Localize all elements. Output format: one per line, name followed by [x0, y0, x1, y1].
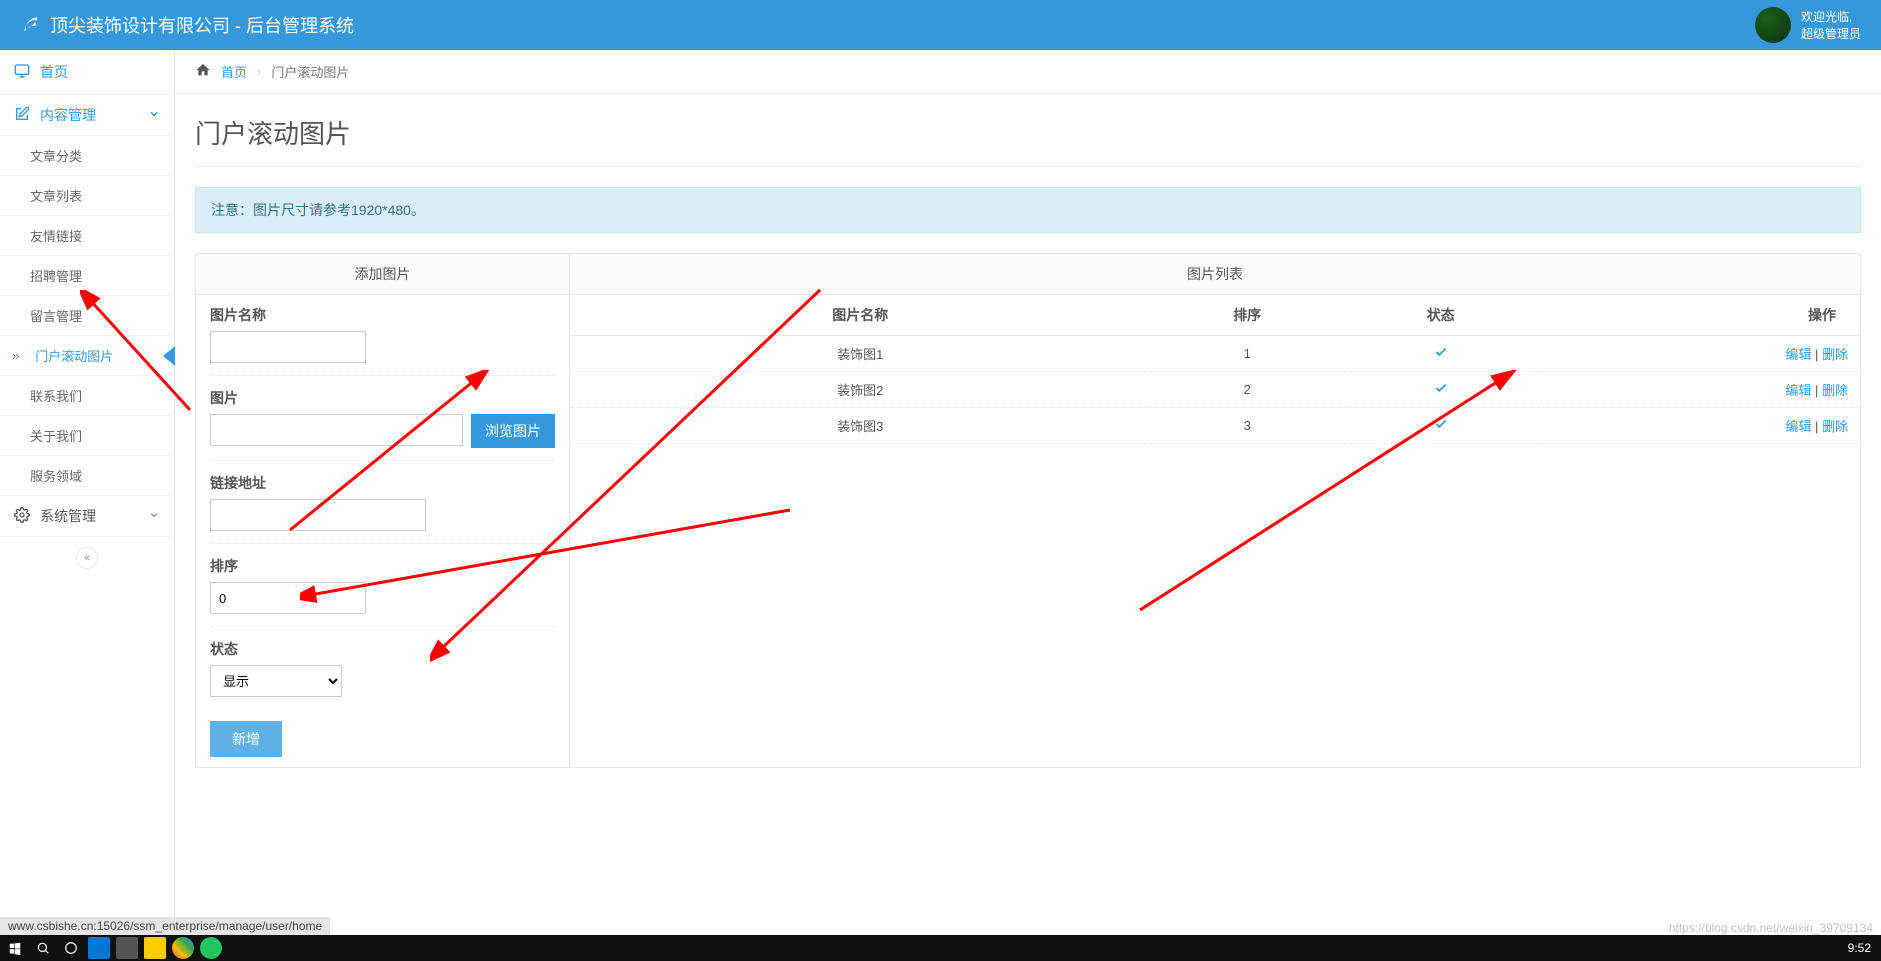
taskbar-app-3[interactable]	[144, 937, 166, 959]
sidebar-sub-item[interactable]: » 门户滚动图片	[0, 336, 174, 376]
image-list-header: 图片列表	[570, 254, 1860, 295]
header-user[interactable]: 欢迎光临, 超级管理员	[1755, 7, 1861, 43]
status-label: 状态	[210, 639, 555, 659]
watermark: https://blog.csdn.net/weixin_39709134	[1669, 921, 1873, 935]
edit-link[interactable]: 编辑	[1785, 383, 1811, 398]
chevron-down-icon	[148, 508, 160, 524]
breadcrumb-current: 门户滚动图片	[271, 62, 349, 81]
table-row: 装饰图33编辑 | 删除	[570, 408, 1860, 444]
taskbar-app-2[interactable]	[116, 937, 138, 959]
app-header: 顶尖装饰设计有限公司 - 后台管理系统 欢迎光临, 超级管理员	[0, 0, 1881, 50]
page-title: 门户滚动图片	[175, 94, 1881, 166]
sidebar-item-label: 关于我们	[30, 426, 82, 445]
delete-link[interactable]: 删除	[1822, 347, 1848, 362]
col-action: 操作	[1538, 295, 1860, 336]
sidebar-sub-item[interactable]: 招聘管理	[0, 256, 174, 296]
image-table: 图片名称 排序 状态 操作 装饰图11编辑 | 删除装饰图22编辑 | 删除装饰…	[570, 295, 1860, 444]
windows-start-icon[interactable]	[4, 937, 26, 959]
taskbar: 9:52	[0, 935, 1881, 961]
avatar	[1755, 7, 1791, 43]
image-path-input[interactable]	[210, 414, 463, 446]
sidebar-sub-item[interactable]: 文章分类	[0, 136, 174, 176]
cortana-icon[interactable]	[60, 937, 82, 959]
table-row: 装饰图11编辑 | 删除	[570, 336, 1860, 372]
add-image-header: 添加图片	[196, 254, 569, 295]
cell-name: 装饰图1	[570, 336, 1151, 372]
link-label: 链接地址	[210, 473, 555, 493]
sidebar-item-label: 文章列表	[30, 186, 82, 205]
gear-icon	[14, 507, 30, 526]
monitor-icon	[14, 63, 30, 82]
content-area: 首页 › 门户滚动图片 门户滚动图片 注意：图片尺寸请参考1920*480。 添…	[175, 50, 1881, 961]
cell-name: 装饰图3	[570, 408, 1151, 444]
chevron-right-icon: »	[12, 348, 19, 363]
sidebar-sub-item[interactable]: 友情链接	[0, 216, 174, 256]
breadcrumb-sep: ›	[257, 64, 261, 79]
cell-status	[1344, 372, 1538, 408]
home-icon	[195, 62, 211, 81]
cell-sort: 1	[1151, 336, 1345, 372]
leaf-icon	[20, 12, 42, 39]
edit-icon	[14, 106, 30, 125]
cell-name: 装饰图2	[570, 372, 1151, 408]
sidebar-item-label: 联系我们	[30, 386, 82, 405]
sidebar-item-label: 服务领域	[30, 466, 82, 485]
sidebar-item-label: 文章分类	[30, 146, 82, 165]
name-input[interactable]	[210, 331, 366, 363]
delete-link[interactable]: 删除	[1822, 419, 1848, 434]
chevron-down-icon	[148, 107, 160, 123]
browse-button[interactable]: 浏览图片	[471, 414, 555, 448]
sidebar: 首页 内容管理 文章分类文章列表友情链接招聘管理留言管理 » 门户滚动图片联系我们…	[0, 50, 175, 961]
cell-sort: 3	[1151, 408, 1345, 444]
sidebar-item-label: 留言管理	[30, 306, 82, 325]
breadcrumb-home-link[interactable]: 首页	[221, 62, 247, 81]
user-text: 欢迎光临, 超级管理员	[1801, 8, 1861, 42]
name-label: 图片名称	[210, 305, 555, 325]
edit-link[interactable]: 编辑	[1785, 419, 1811, 434]
delete-link[interactable]: 删除	[1822, 383, 1848, 398]
divider	[195, 166, 1861, 167]
image-label: 图片	[210, 388, 555, 408]
link-input[interactable]	[210, 499, 426, 531]
sidebar-sub-item[interactable]: 留言管理	[0, 296, 174, 336]
edit-link[interactable]: 编辑	[1785, 347, 1811, 362]
col-sort: 排序	[1151, 295, 1345, 336]
sidebar-sub-item[interactable]: 关于我们	[0, 416, 174, 456]
sidebar-content-mgmt[interactable]: 内容管理	[0, 95, 174, 136]
chrome-icon[interactable]	[172, 937, 194, 959]
app-title: 顶尖装饰设计有限公司 - 后台管理系统	[50, 12, 354, 38]
sidebar-item-label: 门户滚动图片	[35, 346, 113, 365]
taskbar-app-1[interactable]	[88, 937, 110, 959]
sidebar-item-label: 友情链接	[30, 226, 82, 245]
image-list-panel: 图片列表 图片名称 排序 状态 操作 装饰图11编辑 | 删除装饰图22编辑 |…	[570, 254, 1860, 767]
collapse-sidebar-button[interactable]: «	[76, 547, 98, 569]
col-status: 状态	[1344, 295, 1538, 336]
header-title-group: 顶尖装饰设计有限公司 - 后台管理系统	[20, 12, 354, 39]
sidebar-sub-item[interactable]: 文章列表	[0, 176, 174, 216]
col-name: 图片名称	[570, 295, 1151, 336]
sidebar-system-mgmt[interactable]: 系统管理	[0, 496, 174, 537]
wechat-icon[interactable]	[200, 937, 222, 959]
sidebar-home[interactable]: 首页	[0, 50, 174, 95]
sidebar-item-label: 招聘管理	[30, 266, 82, 285]
sidebar-sub-item[interactable]: 联系我们	[0, 376, 174, 416]
status-select[interactable]: 显示	[210, 665, 342, 697]
cell-status	[1344, 336, 1538, 372]
sidebar-sub-item[interactable]: 服务领域	[0, 456, 174, 496]
status-bar-url: www.csbishe.cn:15026/ssm_enterprise/mana…	[0, 917, 330, 935]
breadcrumb: 首页 › 门户滚动图片	[175, 50, 1881, 94]
sort-label: 排序	[210, 556, 555, 576]
cell-status	[1344, 408, 1538, 444]
search-icon[interactable]	[32, 937, 54, 959]
submit-button[interactable]: 新增	[210, 721, 282, 757]
sort-input[interactable]	[210, 582, 366, 614]
cell-sort: 2	[1151, 372, 1345, 408]
taskbar-clock: 9:52	[1848, 941, 1877, 955]
notice-alert: 注意：图片尺寸请参考1920*480。	[195, 187, 1861, 233]
table-row: 装饰图22编辑 | 删除	[570, 372, 1860, 408]
add-image-panel: 添加图片 图片名称 图片 浏览图片 链接地址	[196, 254, 570, 767]
